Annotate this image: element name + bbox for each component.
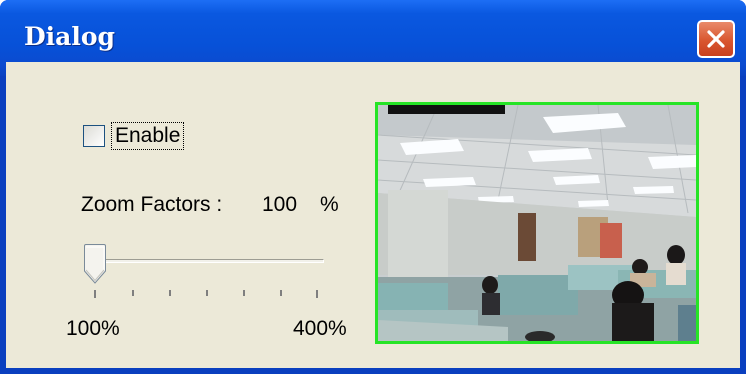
camera-preview xyxy=(375,102,699,344)
office-camera-image xyxy=(378,105,696,341)
close-icon xyxy=(707,30,725,48)
zoom-factor-unit: % xyxy=(320,193,339,216)
close-button[interactable] xyxy=(697,20,735,58)
camera-osd-bar xyxy=(388,105,505,114)
slider-max-label: 400% xyxy=(293,317,347,340)
zoom-factor-value: 100 xyxy=(262,193,298,216)
slider-tick xyxy=(132,290,134,296)
slider-tick xyxy=(280,290,282,296)
dialog-window: Dialog Enable Zoom Factors : 100 % 100% … xyxy=(0,0,746,374)
slider-tick xyxy=(243,290,245,296)
window-title: Dialog xyxy=(24,22,116,51)
zoom-factors-label: Zoom Factors : xyxy=(81,193,223,216)
slider-tick xyxy=(206,290,208,296)
slider-tick xyxy=(169,290,171,296)
zoom-slider-thumb[interactable] xyxy=(83,244,107,284)
slider-tick xyxy=(94,290,96,298)
enable-checkbox-label[interactable]: Enable xyxy=(111,122,185,150)
zoom-slider-track[interactable] xyxy=(96,259,324,263)
enable-checkbox[interactable] xyxy=(83,125,105,147)
slider-min-label: 100% xyxy=(66,317,120,340)
slider-tick xyxy=(316,290,318,298)
